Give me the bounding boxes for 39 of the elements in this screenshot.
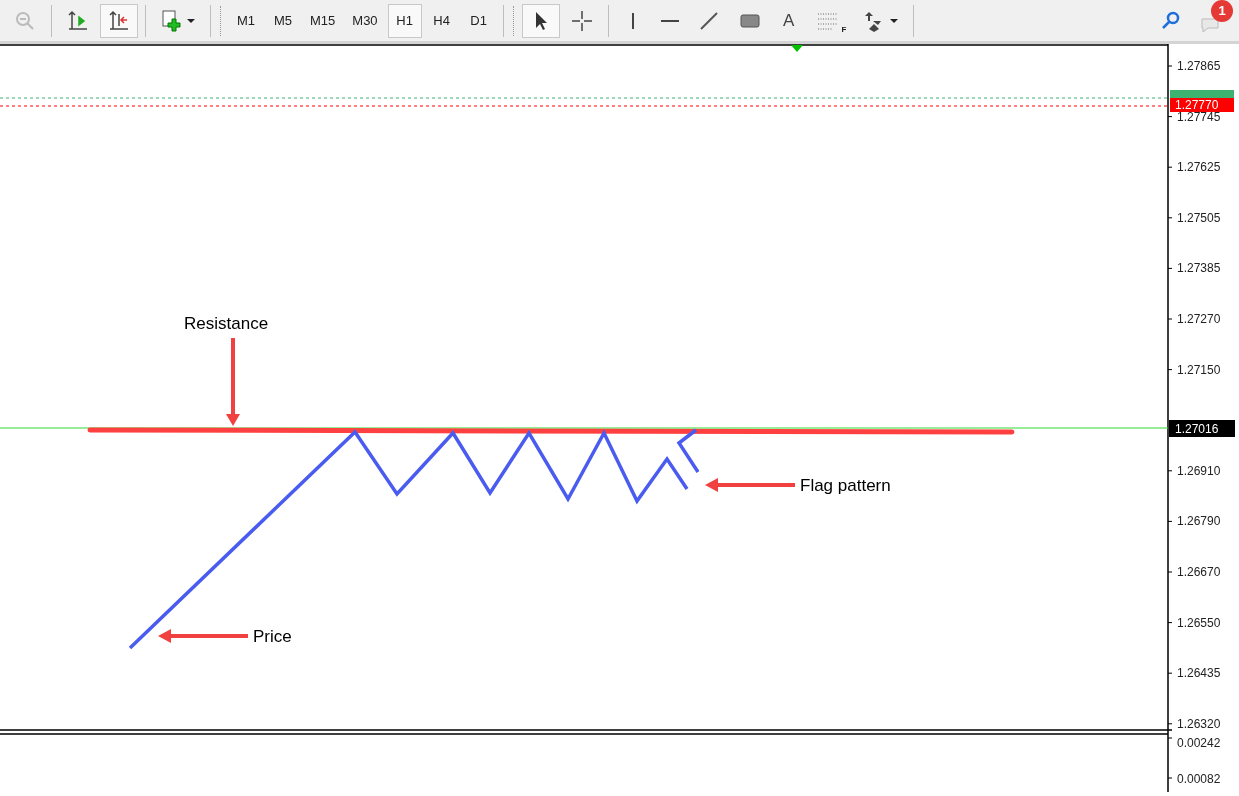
cursor-button[interactable] (521, 3, 560, 38)
price-axis-label: 1.26910 (1177, 463, 1221, 478)
horizontal-line-icon (660, 19, 679, 22)
timeframe-button[interactable]: H1 (387, 3, 422, 38)
timeframe-button[interactable]: M30 (345, 3, 385, 38)
price-axis-label: 1.27385 (1177, 261, 1221, 276)
timeframe-button[interactable]: M15 (303, 3, 343, 38)
text-tool-button[interactable]: A (771, 3, 806, 38)
timeframe-button[interactable]: M5 (266, 3, 300, 38)
bid-price-tag: 1.27770 (1170, 98, 1234, 112)
annotation-label: Flag pattern (800, 476, 891, 495)
annotation-label: Resistance (184, 314, 269, 333)
add-chart-icon (160, 8, 184, 33)
price-axis-label: 1.26670 (1177, 565, 1221, 579)
crosshair-icon (569, 8, 594, 33)
price-axis-label: 1.27745 (1177, 109, 1221, 124)
annotation-label: Price (253, 627, 292, 646)
notification-badge[interactable]: 1 (1211, 0, 1233, 22)
price-axis-label: 1.27865 (1177, 59, 1221, 73)
indicator-axis-label: 0.00242 (1177, 736, 1221, 750)
axis-arrow-icon (66, 8, 90, 33)
price-axis-label: 1.26320 (1177, 716, 1221, 731)
price-axis-label: 1.26550 (1177, 615, 1221, 630)
timeframe-button[interactable]: H4 (424, 3, 459, 38)
timeframe-button[interactable]: D1 (461, 3, 496, 38)
price-axis-label: 1.26435 (1177, 666, 1221, 681)
timeframe-button[interactable]: M1 (229, 3, 263, 38)
price-axis-label: 1.27625 (1177, 160, 1221, 175)
price-axis-label: 1.27505 (1177, 210, 1221, 225)
autoscroll-button[interactable] (100, 3, 138, 38)
price-axis-label: 1.27270 (1177, 312, 1221, 326)
fibonacci-button[interactable]: F (808, 3, 854, 38)
current-price-tag: 1.27016 (1169, 420, 1235, 437)
vertical-line-icon (631, 12, 634, 29)
price-axis-label: 1.27150 (1177, 362, 1221, 377)
indicator-axis-label: 0.00082 (1177, 772, 1221, 786)
chat-bubble-icon (1199, 15, 1221, 36)
price-axis-label: 1.26790 (1177, 514, 1221, 529)
axis-arrow-icon (107, 8, 131, 33)
